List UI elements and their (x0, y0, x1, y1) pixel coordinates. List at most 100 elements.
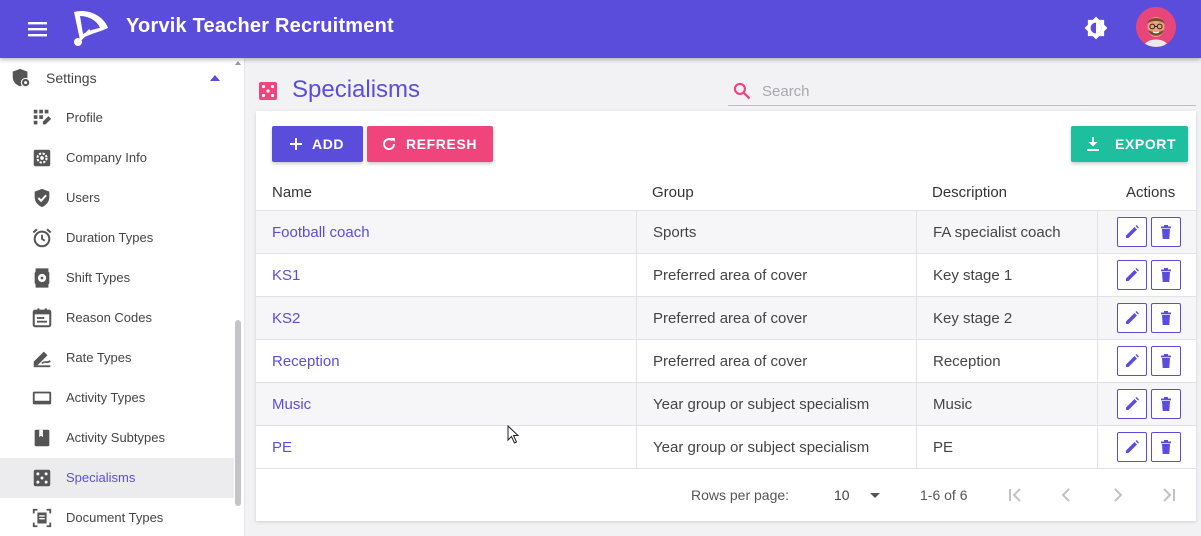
edit-button[interactable] (1117, 303, 1147, 333)
shift-timer-icon (31, 267, 53, 289)
rows-per-page-select[interactable]: 10 (834, 483, 884, 507)
sidebar-item-document-types[interactable]: Document Types (0, 498, 234, 536)
chevron-up-icon (210, 75, 220, 81)
sidebar: Settings Profile Company Info Users Dura… (0, 58, 245, 536)
table-row: Football coach Sports FA specialist coac… (256, 210, 1196, 253)
sidebar-item-duration-types[interactable]: Duration Types (0, 218, 234, 258)
specialism-name-link[interactable]: Football coach (272, 211, 370, 253)
search-box (728, 76, 1196, 106)
previous-page-icon[interactable] (1054, 483, 1078, 507)
specialism-name-link[interactable]: Reception (272, 340, 340, 382)
export-button-label: EXPORT (1115, 136, 1177, 152)
table-row: Reception Preferred area of cover Recept… (256, 339, 1196, 382)
table-row: KS2 Preferred area of cover Key stage 2 (256, 296, 1196, 339)
sidebar-item-label: Profile (66, 110, 103, 125)
add-button[interactable]: ADD (272, 126, 363, 162)
delete-button[interactable] (1151, 260, 1181, 290)
row-actions (1097, 383, 1196, 425)
pencil-icon (1126, 311, 1139, 324)
sidebar-section-label: Settings (46, 70, 97, 86)
specialism-description: Music (916, 383, 1097, 425)
specialism-description: Key stage 1 (916, 254, 1097, 296)
specialism-name-link[interactable]: Music (272, 383, 311, 425)
delete-button[interactable] (1151, 432, 1181, 462)
column-header-name[interactable]: Name (272, 184, 312, 201)
trash-icon (1161, 440, 1171, 454)
sidebar-item-specialisms[interactable]: Specialisms (0, 458, 234, 498)
pagination-range: 1-6 of 6 (920, 487, 968, 503)
sidebar-item-label: Company Info (66, 150, 147, 165)
sidebar-item-label: Activity Types (66, 390, 146, 405)
pencil-icon (1126, 225, 1139, 238)
menu-icon[interactable] (24, 17, 52, 41)
top-app-bar: Yorvik Teacher Recruitment (0, 0, 1201, 58)
mouse-cursor-icon (507, 424, 521, 445)
edit-button[interactable] (1117, 260, 1147, 290)
document-icon (31, 507, 53, 529)
row-actions (1097, 426, 1196, 468)
table-row: KS1 Preferred area of cover Key stage 1 (256, 253, 1196, 296)
trash-icon (1161, 311, 1171, 325)
sidebar-item-profile[interactable]: Profile (0, 98, 234, 138)
pencil-icon (1126, 397, 1139, 410)
specialism-group: Preferred area of cover (636, 340, 916, 382)
sidebar-item-rate-types[interactable]: Rate Types (0, 338, 234, 378)
plus-icon (288, 136, 304, 152)
calendar-icon (31, 307, 53, 329)
sidebar-item-users[interactable]: Users (0, 178, 234, 218)
row-actions (1097, 254, 1196, 296)
edit-button[interactable] (1117, 432, 1147, 462)
refresh-button-label: REFRESH (406, 136, 478, 152)
settings-shield-icon (10, 67, 32, 89)
specialism-description: PE (916, 426, 1097, 468)
sidebar-section-settings[interactable]: Settings (0, 58, 234, 98)
specialism-name-link[interactable]: KS2 (272, 297, 300, 339)
specialism-description: Reception (916, 340, 1097, 382)
sidebar-item-reason-codes[interactable]: Reason Codes (0, 298, 234, 338)
first-page-icon[interactable] (1003, 483, 1027, 507)
column-header-description[interactable]: Description (932, 184, 1007, 201)
sidebar-item-activity-types[interactable]: Activity Types (0, 378, 234, 418)
rows-per-page-value: 10 (834, 487, 850, 503)
refresh-button[interactable]: REFRESH (367, 126, 493, 162)
specialism-description: Key stage 2 (916, 297, 1097, 339)
user-avatar[interactable] (1136, 7, 1176, 47)
add-button-label: ADD (312, 136, 345, 152)
app-title: Yorvik Teacher Recruitment (126, 15, 394, 37)
search-icon (732, 81, 752, 101)
sidebar-item-label: Activity Subtypes (66, 430, 165, 445)
sidebar-item-label: Duration Types (66, 230, 154, 245)
dropdown-arrow-icon (870, 493, 880, 498)
export-button[interactable]: EXPORT (1071, 126, 1188, 162)
delete-button[interactable] (1151, 389, 1181, 419)
refresh-icon (381, 136, 397, 152)
sidebar-item-shift-types[interactable]: Shift Types (0, 258, 234, 298)
table-pagination: Rows per page: 10 1-6 of 6 (256, 468, 1196, 521)
scrollbar-thumb[interactable] (235, 320, 241, 506)
sidebar-item-activity-subtypes[interactable]: Activity Subtypes (0, 418, 234, 458)
specialism-name-link[interactable]: PE (272, 426, 292, 468)
column-header-actions: Actions (1126, 184, 1176, 201)
trash-icon (1161, 225, 1171, 239)
next-page-icon[interactable] (1106, 483, 1130, 507)
column-header-group[interactable]: Group (652, 184, 694, 201)
delete-button[interactable] (1151, 217, 1181, 247)
rows-per-page-label: Rows per page: (691, 487, 790, 503)
search-input[interactable] (762, 79, 1182, 103)
edit-button[interactable] (1117, 217, 1147, 247)
specialism-group: Year group or subject specialism (636, 426, 916, 468)
edit-button[interactable] (1117, 346, 1147, 376)
page-title: Specialisms (292, 76, 421, 103)
delete-button[interactable] (1151, 303, 1181, 333)
specialism-name-link[interactable]: KS1 (272, 254, 300, 296)
table-row: Music Year group or subject specialism M… (256, 382, 1196, 425)
sidebar-item-company-info[interactable]: Company Info (0, 138, 234, 178)
brightness-icon[interactable] (1083, 15, 1109, 41)
last-page-icon[interactable] (1157, 483, 1181, 507)
scroll-up-arrow[interactable] (235, 61, 241, 65)
edit-button[interactable] (1117, 389, 1147, 419)
delete-button[interactable] (1151, 346, 1181, 376)
dice-icon (31, 467, 53, 489)
dice-icon (258, 81, 278, 101)
table-row: PE Year group or subject specialism PE (256, 425, 1196, 468)
